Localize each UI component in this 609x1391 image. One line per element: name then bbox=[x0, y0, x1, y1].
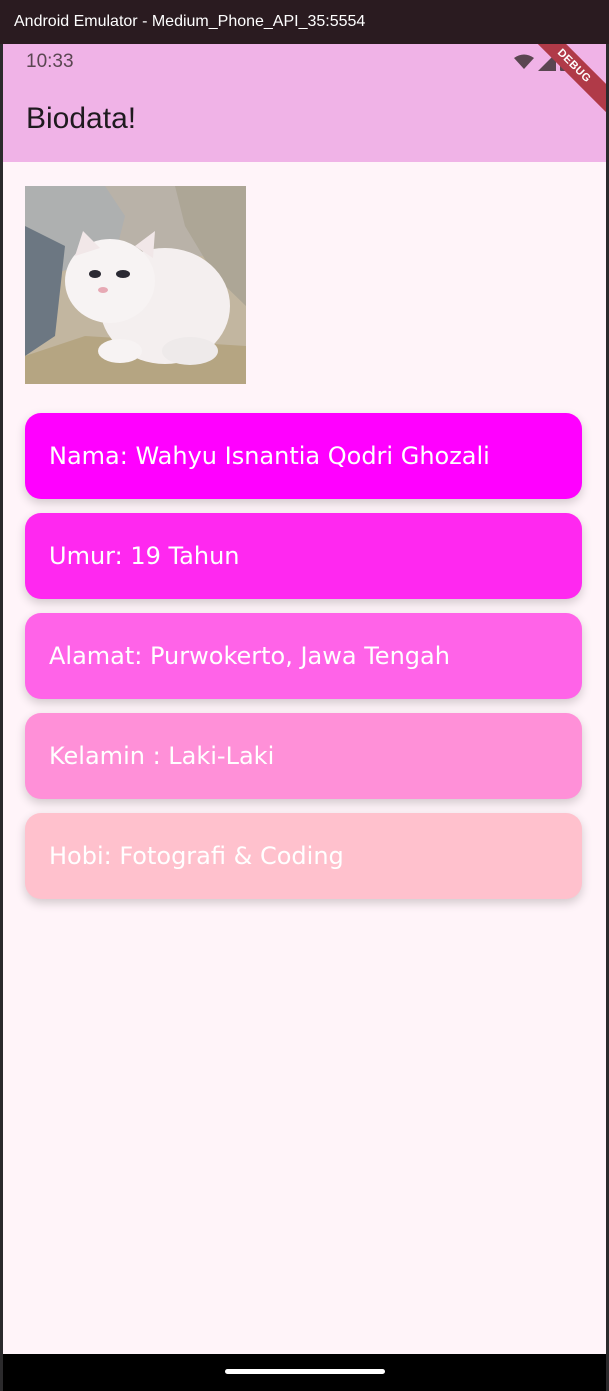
card-alamat-label: Alamat: Purwokerto, Jawa Tengah bbox=[49, 642, 450, 670]
app-bar: Biodata! bbox=[3, 82, 606, 162]
status-time: 10:33 bbox=[26, 51, 74, 72]
card-alamat: Alamat: Purwokerto, Jawa Tengah bbox=[25, 613, 582, 699]
card-nama-label: Nama: Wahyu Isnantia Qodri Ghozali bbox=[49, 442, 490, 470]
phone-screen: 10:33 Biodata! DEBUG Nama: Wahyu Isnanti… bbox=[3, 44, 606, 1354]
card-kelamin: Kelamin : Laki-Laki bbox=[25, 713, 582, 799]
status-bar: 10:33 bbox=[3, 44, 606, 82]
card-umur: Umur: 19 Tahun bbox=[25, 513, 582, 599]
home-gesture-handle[interactable] bbox=[225, 1369, 385, 1374]
window-title: Android Emulator - Medium_Phone_API_35:5… bbox=[0, 0, 609, 44]
page-title: Biodata! bbox=[26, 102, 137, 135]
emulator-window: Android Emulator - Medium_Phone_API_35:5… bbox=[0, 0, 609, 1391]
card-nama: Nama: Wahyu Isnantia Qodri Ghozali bbox=[25, 413, 582, 499]
wifi-icon bbox=[514, 54, 534, 69]
card-umur-label: Umur: 19 Tahun bbox=[49, 542, 240, 570]
card-hobi-label: Hobi: Fotografi & Coding bbox=[49, 842, 344, 870]
navigation-bar bbox=[3, 1354, 606, 1391]
kitten-photo bbox=[25, 186, 246, 384]
card-hobi: Hobi: Fotografi & Coding bbox=[25, 813, 582, 899]
card-kelamin-label: Kelamin : Laki-Laki bbox=[49, 742, 275, 770]
